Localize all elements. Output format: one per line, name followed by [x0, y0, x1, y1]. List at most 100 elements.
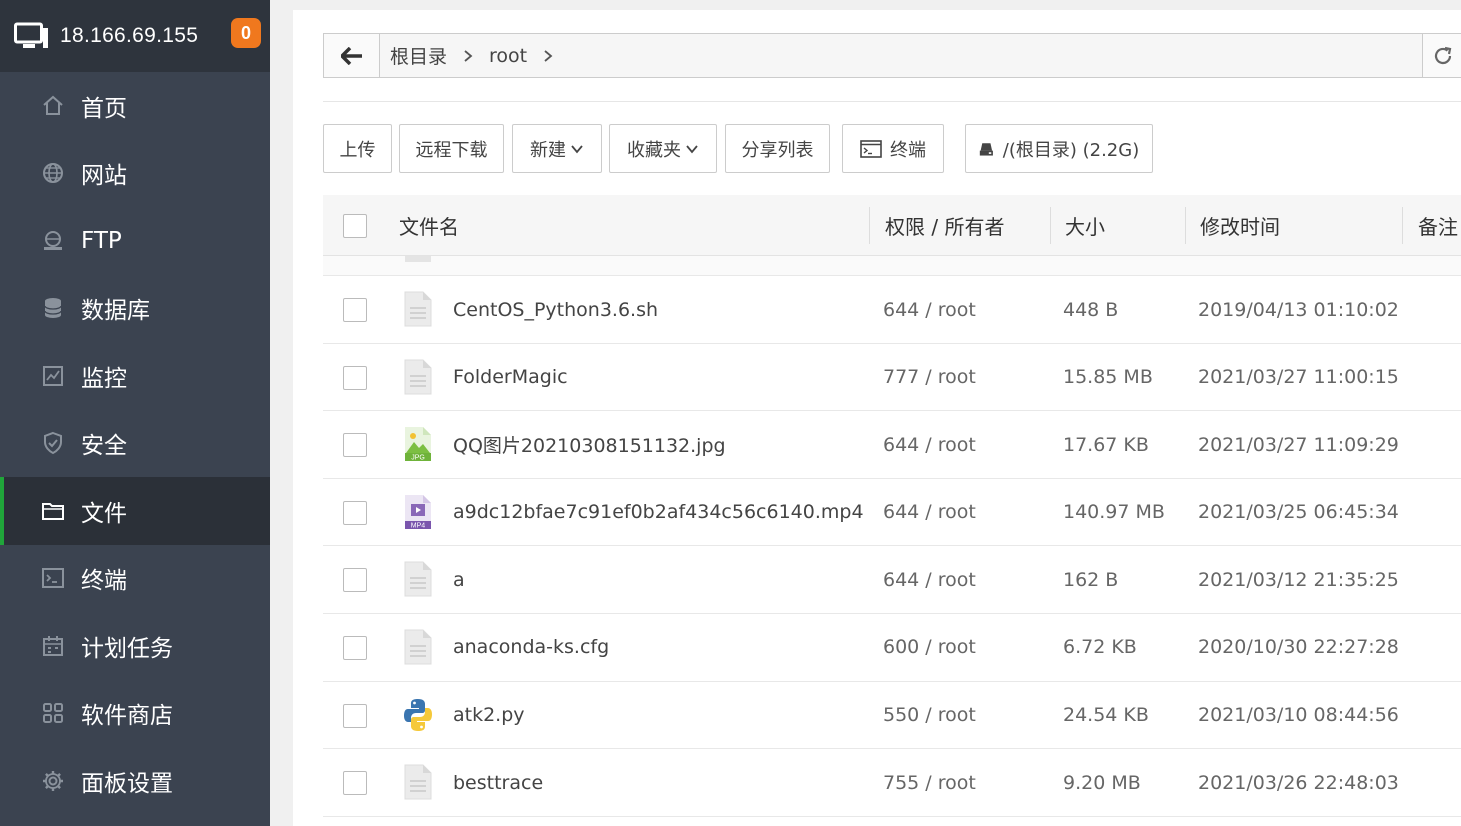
file-icon	[404, 291, 432, 327]
favorites-dropdown-button[interactable]: 收藏夹	[609, 124, 717, 173]
sidebar-item-gear[interactable]: 面板设置	[0, 747, 270, 815]
sidebar-item-apps-grid[interactable]: 软件商店	[0, 680, 270, 748]
table-row[interactable]: MP4 a9dc12bfae7c91ef0b2af434c56c6140.mp4 6…	[323, 479, 1461, 547]
row-checkbox[interactable]	[343, 771, 367, 796]
file-name[interactable]: atk2.py	[453, 682, 525, 749]
file-name[interactable]: anaconda-ks.cfg	[453, 614, 609, 681]
file-permission[interactable]: 600 / root	[883, 614, 976, 681]
file-manager: 根目录 root 上传 远程下载 新建 收藏夹 分享列表 终端 /(根目录) (…	[293, 10, 1461, 826]
sidebar-item-home[interactable]: 首页	[0, 72, 270, 140]
select-all-checkbox[interactable]	[343, 213, 367, 238]
file-modified-time: 2021/03/26 22:48:03	[1198, 771, 1399, 794]
sidebar-item-label: FTP	[81, 227, 122, 254]
remote-download-button[interactable]: 远程下载	[399, 124, 504, 173]
header-size[interactable]: 大小	[1065, 195, 1105, 256]
sidebar-item-ftp[interactable]: FTP	[0, 207, 270, 275]
file-name[interactable]: FolderMagic	[453, 344, 568, 411]
sidebar: 18.166.69.155 0 首页网站 FTP 数据库 监控安全文件终端 计划任务 软件…	[0, 0, 270, 826]
row-checkbox[interactable]	[343, 703, 367, 728]
upload-button[interactable]: 上传	[323, 124, 392, 173]
header-permission[interactable]: 权限 / 所有者	[885, 195, 1004, 256]
disk-button[interactable]: /(根目录) (2.2G)	[965, 124, 1153, 173]
sidebar-item-globe[interactable]: 网站	[0, 140, 270, 208]
row-checkbox[interactable]	[343, 298, 367, 322]
disk-label: /(根目录) (2.2G)	[1002, 139, 1140, 161]
row-checkbox[interactable]	[343, 635, 367, 660]
file-size: 6.72 KB	[1063, 636, 1137, 659]
file-modified-time: 2019/04/13 01:10:02	[1198, 298, 1399, 321]
file-permission[interactable]: 644 / root	[883, 276, 976, 343]
monitor-icon	[14, 22, 48, 48]
file-permission[interactable]: 755 / root	[883, 749, 976, 816]
file-name[interactable]: a	[453, 546, 465, 613]
breadcrumb-root-dir[interactable]: 根目录	[390, 42, 447, 69]
breadcrumb-root[interactable]: root	[489, 45, 527, 67]
share-list-button[interactable]: 分享列表	[725, 124, 830, 173]
table-row[interactable]: besttrace 755 / root 9.20 MB 2021/03/26 22:…	[323, 749, 1461, 817]
sidebar-item-terminal[interactable]: 终端	[0, 545, 270, 613]
file-icon	[404, 764, 432, 800]
new-dropdown-button[interactable]: 新建	[512, 124, 602, 173]
file-modified-time: 2021/03/27 11:09:29	[1198, 433, 1399, 456]
table-row[interactable]: FolderMagic 777 / root 15.85 MB 2021/03/27 …	[323, 344, 1461, 412]
file-name[interactable]: a9dc12bfae7c91ef0b2af434c56c6140.mp4	[453, 479, 864, 546]
file-permission[interactable]: 550 / root	[883, 682, 976, 749]
sidebar-nav: 首页网站 FTP 数据库 监控安全文件终端 计划任务 软件商店 面板设置	[0, 72, 270, 815]
sidebar-item-database[interactable]: 数据库	[0, 275, 270, 343]
sidebar-item-calendar[interactable]: 计划任务	[0, 612, 270, 680]
monitor-chart-icon	[40, 363, 66, 389]
file-name[interactable]: QQ图片20210308151132.jpg	[453, 411, 726, 478]
file-size: 24.54 KB	[1063, 704, 1149, 727]
sidebar-item-folder[interactable]: 文件	[0, 477, 270, 545]
header-name[interactable]: 文件名	[399, 195, 459, 256]
table-row[interactable]: CentOS_Python3.6.sh 644 / root 448 B 2019/0…	[323, 276, 1461, 344]
jpg-file-icon: JPG	[405, 427, 431, 462]
file-permission[interactable]: 644 / root	[883, 411, 976, 478]
sidebar-item-shield[interactable]: 安全	[0, 410, 270, 478]
folder-icon	[40, 498, 66, 524]
row-checkbox[interactable]	[343, 365, 367, 390]
header-note[interactable]: 备注	[1418, 195, 1458, 256]
notification-badge[interactable]: 0	[231, 18, 261, 48]
remote-download-label: 远程下载	[415, 139, 488, 161]
sidebar-item-monitor-chart[interactable]: 监控	[0, 342, 270, 410]
file-modified-time: 2021/03/25 06:45:34	[1198, 501, 1399, 524]
header-modified-time[interactable]: 修改时间	[1200, 195, 1280, 256]
file-name[interactable]: CentOS_Python3.6.sh	[453, 276, 658, 343]
share-list-label: 分享列表	[741, 139, 814, 161]
file-permission[interactable]: 777 / root	[883, 344, 976, 411]
sidebar-item-label: 安全	[81, 433, 127, 460]
table-row[interactable]: JPG QQ图片20210308151132.jpg 644 / root 17.67…	[323, 411, 1461, 479]
server-header: 18.166.69.155 0	[0, 0, 270, 72]
terminal-button[interactable]: 终端	[842, 124, 944, 173]
column-divider	[1050, 207, 1051, 244]
file-size: 17.67 KB	[1063, 433, 1149, 456]
chevron-down-icon	[571, 144, 583, 153]
file-permission[interactable]: 644 / root	[883, 546, 976, 613]
table-row[interactable]: a 644 / root 162 B 2021/03/12 21:35:25	[323, 546, 1461, 614]
favorites-label: 收藏夹	[627, 139, 681, 161]
file-size: 448 B	[1063, 298, 1119, 321]
back-button[interactable]	[324, 34, 380, 77]
arrow-left-icon	[340, 46, 362, 65]
row-checkbox[interactable]	[343, 500, 367, 525]
table-row[interactable]: anaconda-ks.cfg 600 / root 6.72 KB 2020/10/…	[323, 614, 1461, 682]
file-icon	[405, 256, 431, 262]
chevron-down-icon	[686, 144, 698, 153]
file-name[interactable]: besttrace	[453, 749, 543, 816]
file-size: 140.97 MB	[1063, 501, 1165, 524]
disk-drive-icon	[979, 142, 993, 156]
file-permission[interactable]: 644 / root	[883, 479, 976, 546]
row-checkbox[interactable]	[343, 568, 367, 593]
row-checkbox[interactable]	[343, 433, 367, 458]
partial-row	[323, 256, 1461, 276]
apps-grid-icon	[40, 700, 66, 726]
select-all-cell	[343, 195, 367, 256]
sidebar-item-label: 网站	[81, 163, 127, 190]
refresh-button[interactable]	[1422, 34, 1461, 77]
breadcrumb: 根目录 root	[380, 34, 1461, 77]
sidebar-item-label: 文件	[81, 500, 127, 527]
file-table-body: CentOS_Python3.6.sh 644 / root 448 B 2019/0…	[323, 276, 1461, 817]
file-size: 162 B	[1063, 568, 1119, 591]
table-row[interactable]: atk2.py 550 / root 24.54 KB 2021/03/10 08:4…	[323, 682, 1461, 750]
